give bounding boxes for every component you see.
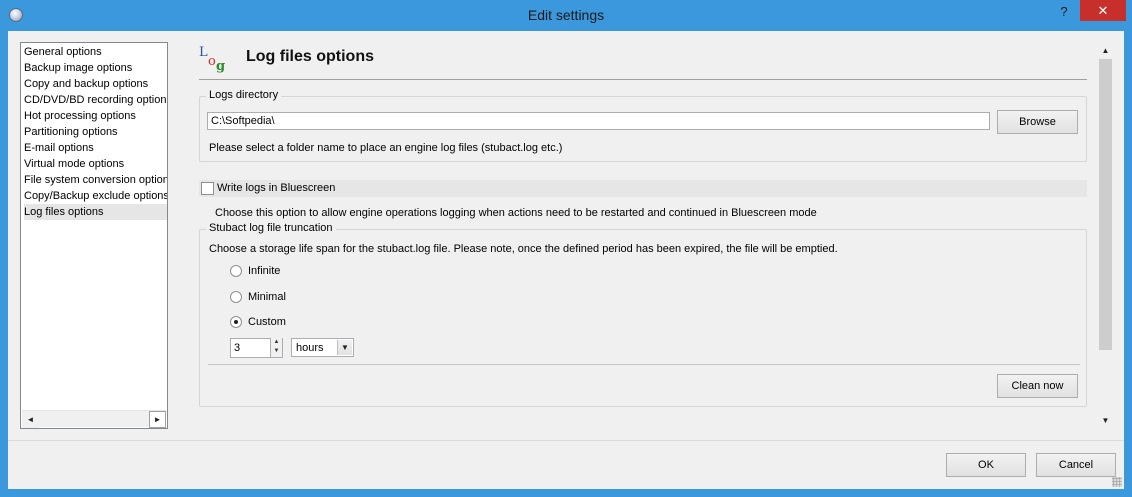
browse-button[interactable]: Browse	[997, 110, 1078, 134]
bluescreen-description: Choose this option to allow engine opera…	[215, 207, 817, 219]
logs-directory-legend: Logs directory	[206, 89, 282, 101]
write-logs-bluescreen-checkbox[interactable]	[201, 182, 214, 195]
truncation-legend: Stubact log file truncation	[206, 222, 336, 234]
window-title: Edit settings	[527, 7, 605, 23]
truncation-unit-value: hours	[296, 342, 324, 354]
list-item-recording[interactable]: CD/DVD/BD recording options	[24, 92, 167, 108]
amount-spinner[interactable]: ▲ ▼	[270, 338, 282, 357]
log-files-options-pane: L o g Log files options Logs directory C…	[166, 40, 1116, 432]
edit-settings-window: Edit settings ? ✕ General options Backup…	[0, 0, 1132, 497]
help-button[interactable]: ?	[1050, 2, 1078, 22]
radio-custom-label[interactable]: Custom	[248, 316, 286, 328]
list-item-email[interactable]: E-mail options	[24, 140, 167, 156]
scroll-left-icon[interactable]: ◄	[22, 411, 39, 428]
list-horizontal-scrollbar[interactable]: ◄ ►	[22, 410, 166, 428]
truncation-amount-value: 3	[234, 342, 241, 354]
logs-directory-group: Logs directory C:\Softpedia\ Browse Plea…	[199, 89, 1087, 162]
spin-down-icon[interactable]: ▼	[271, 347, 282, 356]
scroll-down-icon[interactable]: ▼	[1097, 412, 1114, 429]
header-divider	[199, 79, 1087, 80]
logs-directory-input[interactable]: C:\Softpedia\	[207, 112, 990, 130]
scroll-right-icon[interactable]: ►	[149, 411, 166, 428]
pane-vertical-scrollbar[interactable]: ▲ ▼	[1097, 42, 1114, 429]
truncation-divider	[208, 364, 1080, 365]
resize-grip-icon[interactable]	[1112, 477, 1122, 487]
list-item-general[interactable]: General options	[24, 44, 167, 60]
log-logo-icon: L o g	[199, 45, 226, 74]
dialog-footer: OK Cancel	[8, 441, 1124, 489]
truncation-group: Stubact log file truncation Choose a sto…	[199, 222, 1087, 407]
scrollbar-thumb[interactable]	[1099, 59, 1112, 350]
radio-infinite[interactable]	[230, 265, 242, 277]
write-logs-bluescreen-row[interactable]: Write logs in Bluescreen	[199, 180, 1087, 197]
radio-custom[interactable]	[230, 316, 242, 328]
close-button[interactable]: ✕	[1080, 0, 1126, 21]
radio-minimal[interactable]	[230, 291, 242, 303]
scroll-up-icon[interactable]: ▲	[1097, 42, 1114, 59]
list-item-partitioning[interactable]: Partitioning options	[24, 124, 167, 140]
settings-category-list[interactable]: General options Backup image options Cop…	[20, 42, 168, 429]
list-item-copy-backup[interactable]: Copy and backup options	[24, 76, 167, 92]
list-item-virtual-mode[interactable]: Virtual mode options	[24, 156, 167, 172]
dialog-client-area: General options Backup image options Cop…	[8, 31, 1124, 489]
cancel-button[interactable]: Cancel	[1036, 453, 1116, 477]
write-logs-bluescreen-label[interactable]: Write logs in Bluescreen	[217, 182, 335, 194]
radio-infinite-label[interactable]: Infinite	[248, 265, 280, 277]
radio-minimal-label[interactable]: Minimal	[248, 291, 286, 303]
list-item-exclude[interactable]: Copy/Backup exclude options	[24, 188, 167, 204]
list-item-log-files[interactable]: Log files options	[24, 204, 167, 220]
list-item-hot-processing[interactable]: Hot processing options	[24, 108, 167, 124]
logs-directory-hint: Please select a folder name to place an …	[209, 142, 563, 154]
page-title: Log files options	[246, 48, 374, 65]
spin-up-icon[interactable]: ▲	[271, 338, 282, 347]
truncation-description: Choose a storage life span for the stuba…	[209, 243, 838, 255]
ok-button[interactable]: OK	[946, 453, 1026, 477]
chevron-down-icon[interactable]: ▼	[337, 340, 352, 355]
clean-now-button[interactable]: Clean now	[997, 374, 1078, 398]
list-item-fs-conversion[interactable]: File system conversion options	[24, 172, 167, 188]
title-bar[interactable]: Edit settings ? ✕	[0, 0, 1132, 31]
truncation-unit-select[interactable]: hours ▼	[291, 338, 354, 357]
list-item-backup-image[interactable]: Backup image options	[24, 60, 167, 76]
